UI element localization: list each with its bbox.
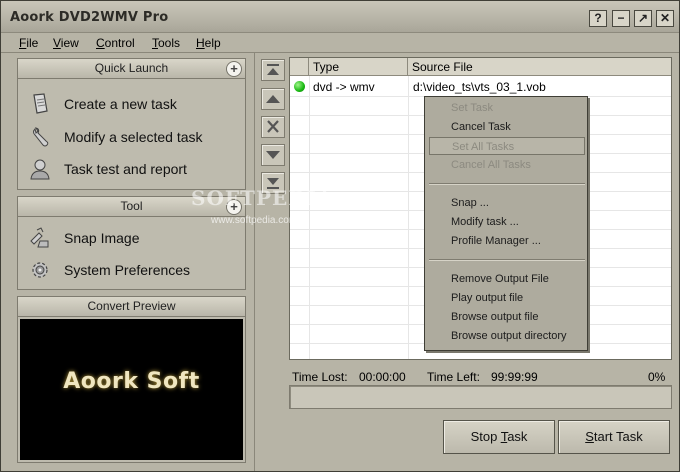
column-type[interactable]: Type [309,58,408,76]
start-label-b: tart Task [593,429,643,444]
delete-task-button[interactable] [261,116,285,138]
title-bar[interactable]: Aoork DVD2WMV Pro ? − ↗ ✕ [1,1,679,33]
convert-preview-panel: Convert Preview Aoork Soft [17,296,246,463]
menu-file[interactable]: File [19,36,38,50]
move-down-icon [266,151,280,159]
row-type: dvd -> wmv [313,80,375,94]
camera-icon [26,226,54,250]
preview-screen: Aoork Soft [20,319,243,460]
menu-item-set-all-tasks[interactable]: Set All Tasks [429,137,585,155]
column-status[interactable] [290,58,309,76]
time-left-label: Time Left: [427,370,480,384]
user-icon [26,157,54,181]
status-ok-icon [294,81,305,92]
stop-label-b: ask [507,429,528,444]
menu-item-play-output-file[interactable]: Play output file [429,289,585,307]
menu-view[interactable]: View [53,36,79,50]
app-window: Aoork DVD2WMV Pro ? − ↗ ✕ File View Cont… [0,0,680,472]
snap-image-label: Snap Image [64,230,140,246]
preview-logo-text: Aoork Soft [63,369,200,394]
menu-item-remove-output-file[interactable]: Remove Output File [429,270,585,288]
task-test-link[interactable]: Task test and report [26,155,187,183]
table-row[interactable]: dvd -> wmv d:\video_ts\vts_03_1.vob [290,77,671,96]
move-up-icon [266,95,280,103]
menu-item-modify-task[interactable]: Modify task ... [429,213,585,231]
create-task-label: Create a new task [64,96,177,112]
delete-icon [267,120,279,133]
menu-item-set-task[interactable]: Set Task [429,99,585,117]
create-task-link[interactable]: Create a new task [26,90,177,118]
watermark-url: www.softpedia.com [211,215,298,226]
menu-view-label: iew [60,36,79,50]
progress-bar [289,385,672,409]
progress-percent: 0% [648,370,666,384]
move-top-button[interactable] [261,59,285,81]
quick-launch-title: Quick Launch [18,59,245,79]
column-divider [408,76,409,359]
menu-item-cancel-task[interactable]: Cancel Task [429,118,585,136]
menu-help-mnemonic: H [196,36,205,50]
system-preferences-label: System Preferences [64,262,191,278]
move-up-button[interactable] [261,88,285,110]
menu-item-profile-manager[interactable]: Profile Manager ... [429,232,585,250]
list-header: Type Source File [290,58,671,76]
column-source-file[interactable]: Source File [408,58,671,76]
menu-control-mnemonic: C [96,36,105,50]
window-title: Aoork DVD2WMV Pro [10,10,169,25]
maximize-icon[interactable]: ↗ [634,10,652,27]
menu-help[interactable]: Help [196,36,221,50]
watermark-text: SOFTPEDIA [191,186,334,210]
menu-separator [1,52,679,53]
menu-item-snap[interactable]: Snap ... [429,194,585,212]
convert-preview-title: Convert Preview [18,297,245,317]
tool-panel: Tool + Snap Image System Preferences [17,196,246,290]
move-down-button[interactable] [261,144,285,166]
gear-icon [26,258,54,282]
menu-tools[interactable]: Tools [152,36,180,50]
menu-file-label: ile [26,36,39,50]
quick-launch-panel: Quick Launch + Create a new task Modify … [17,58,246,190]
context-menu: Set Task Cancel Task Set All Tasks Cance… [424,96,588,351]
start-label-mnemonic: S [585,429,594,444]
modify-task-label: Modify a selected task [64,129,203,145]
wrench-icon [26,125,54,149]
help-icon[interactable]: ? [589,10,607,27]
close-icon[interactable]: ✕ [656,10,674,27]
menu-bar: File View Control Tools Help [1,33,679,53]
menu-help-label: elp [204,36,221,50]
document-icon [26,92,54,116]
move-top-icon [267,64,279,75]
menu-separator [429,259,585,261]
start-task-button[interactable]: Start Task [558,420,670,454]
menu-item-browse-output-file[interactable]: Browse output file [429,308,585,326]
menu-separator [429,183,585,185]
stop-task-button[interactable]: Stop Task [443,420,555,454]
menu-item-browse-output-directory[interactable]: Browse output directory [429,327,585,345]
panel-divider [254,53,255,471]
menu-item-cancel-all-tasks[interactable]: Cancel All Tasks [429,156,585,174]
system-preferences-link[interactable]: System Preferences [26,256,190,284]
menu-control-label: ontrol [104,36,135,50]
time-left-value: 99:99:99 [491,370,538,384]
menu-tools-label: ools [158,36,181,50]
time-lost-label: Time Lost: [292,370,348,384]
minimize-icon[interactable]: − [612,10,630,27]
time-lost-value: 00:00:00 [359,370,406,384]
task-test-label: Task test and report [64,161,187,177]
menu-view-mnemonic: V [53,36,61,50]
row-source: d:\video_ts\vts_03_1.vob [413,80,546,94]
column-divider [309,76,310,359]
snap-image-link[interactable]: Snap Image [26,224,140,252]
menu-control[interactable]: Control [96,36,135,50]
collapse-quick-launch-icon[interactable]: + [226,61,242,77]
modify-task-link[interactable]: Modify a selected task [26,123,203,151]
stop-label-a: Stop [470,429,501,444]
